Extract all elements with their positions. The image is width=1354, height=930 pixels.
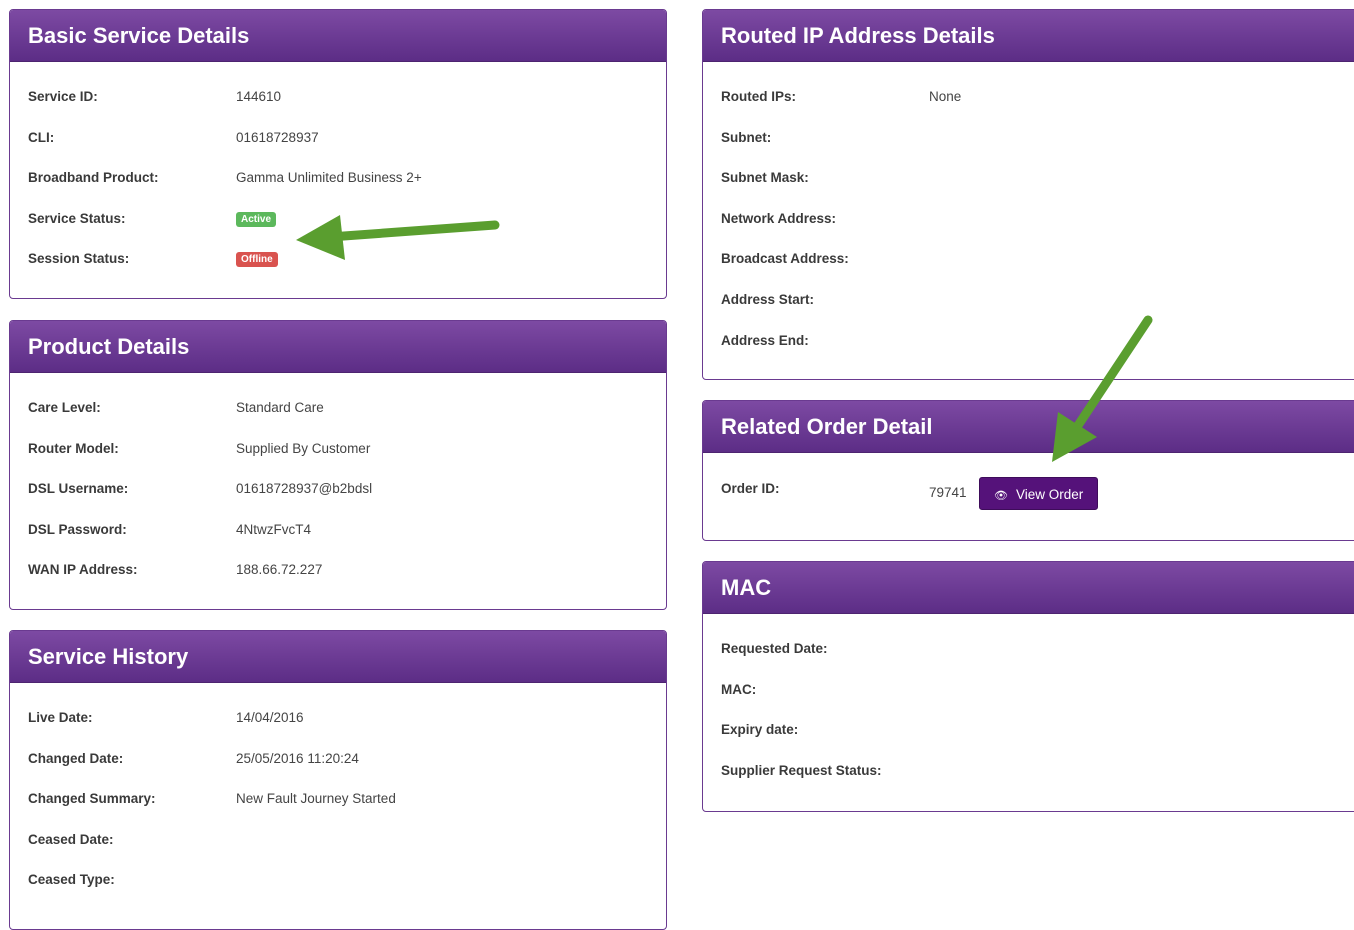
ceased-type-row: Ceased Type: [10,859,666,900]
address-end-row: Address End: [703,320,1354,361]
field-label: Ceased Type: [28,872,115,888]
field-label: Requested Date: [721,641,828,656]
supplier-request-status-row: Supplier Request Status: [703,750,1354,791]
care-level-row: Care Level: Standard Care [10,387,666,428]
field-label: CLI: [28,129,55,145]
mac-row: MAC: [703,669,1354,710]
related-order-panel: Related Order Detail Order ID: 79741 👁︎ V… [702,400,1354,541]
cli-row: CLI: 01618728937 [10,117,666,158]
ceased-date-row: Ceased Date: [10,819,666,860]
subnet-row: Subnet: [703,117,1354,158]
field-label: Expiry date: [721,722,799,738]
dsl-username-value: 01618728937@b2bdsl [236,481,373,497]
field-label: Service ID: [28,89,98,104]
field-label: MAC: [721,681,757,697]
wan-ip-row: WAN IP Address: 188.66.72.227 [10,549,666,590]
care-level-value: Standard Care [236,400,324,415]
field-label: DSL Username: [28,481,129,497]
service-history-title: Service History [10,631,666,683]
field-label: Network Address: [721,210,837,226]
routed-ip-panel: Routed IP Address Details Routed IPs: No… [702,9,1354,380]
changed-summary-value: New Fault Journey Started [236,791,396,807]
field-label: Subnet: [721,129,772,145]
cli-value: 01618728937 [236,129,319,145]
field-label: Service Status: [28,210,126,226]
field-label: Broadband Product: [28,170,159,186]
broadband-product-row: Broadband Product: Gamma Unlimited Busin… [10,157,666,198]
service-history-panel: Service History Live Date: 14/04/2016 Ch… [9,630,667,930]
session-status-row: Session Status: Offline [10,238,666,279]
view-order-button[interactable]: 👁︎ View Order [979,477,1099,510]
subnet-mask-row: Subnet Mask: [703,157,1354,198]
field-label: Routed IPs: [721,89,797,104]
field-label: Live Date: [28,710,93,725]
field-label: Subnet Mask: [721,170,809,186]
changed-date-value: 25/05/2016 11:20:24 [236,750,359,766]
field-label: Order ID: [721,481,780,496]
product-details-panel: Product Details Care Level: Standard Car… [9,320,667,610]
live-date-value: 14/04/2016 [236,710,304,725]
field-label: Ceased Date: [28,831,114,847]
basic-service-title: Basic Service Details [10,10,666,62]
field-label: Changed Date: [28,750,124,766]
routed-ips-value: None [929,89,962,104]
field-label: Changed Summary: [28,791,156,807]
offline-status-badge: Offline [236,252,278,268]
address-start-row: Address Start: [703,279,1354,320]
broadband-product-value: Gamma Unlimited Business 2+ [236,170,422,186]
basic-service-panel: Basic Service Details Service ID: 144610… [9,9,667,299]
router-model-value: Supplied By Customer [236,440,371,456]
order-id-value: 79741 [929,485,967,500]
related-order-title: Related Order Detail [703,401,1354,453]
routed-ip-title: Routed IP Address Details [703,10,1354,62]
mac-title: MAC [703,562,1354,614]
routed-ips-row: Routed IPs: None [703,76,1354,117]
service-id-value: 144610 [236,89,282,104]
view-order-label: View Order [1015,487,1084,502]
changed-summary-row: Changed Summary: New Fault Journey Start… [10,778,666,819]
service-id-row: Service ID: 144610 [10,76,666,117]
field-label: Care Level: [28,400,101,415]
wan-ip-value: 188.66.72.227 [236,562,323,578]
product-details-title: Product Details [10,321,666,373]
router-model-row: Router Model: Supplied By Customer [10,428,666,469]
eye-icon: 👁︎ [994,490,1008,502]
broadcast-address-row: Broadcast Address: [703,238,1354,279]
changed-date-row: Changed Date: 25/05/2016 11:20:24 [10,738,666,779]
active-status-badge: Active [236,211,277,227]
requested-date-row: Requested Date: [703,628,1354,669]
field-label: WAN IP Address: [28,562,138,578]
service-status-row: Service Status: Active [10,198,666,239]
field-label: DSL Password: [28,521,127,537]
dsl-password-row: DSL Password: 4NtwzFvcT4 [10,509,666,550]
field-label: Broadcast Address: [721,251,849,267]
dsl-username-row: DSL Username: 01618728937@b2bdsl [10,468,666,509]
mac-panel: MAC Requested Date: MAC: Expiry date: Su… [702,561,1354,812]
field-label: Supplier Request Status: [721,762,882,778]
network-address-row: Network Address: [703,198,1354,239]
field-label: Session Status: [28,251,130,267]
field-label: Address Start: [721,291,815,307]
dsl-password-value: 4NtwzFvcT4 [236,521,312,537]
field-label: Address End: [721,332,809,348]
expiry-date-row: Expiry date: [703,709,1354,750]
field-label: Router Model: [28,440,119,456]
live-date-row: Live Date: 14/04/2016 [10,697,666,738]
